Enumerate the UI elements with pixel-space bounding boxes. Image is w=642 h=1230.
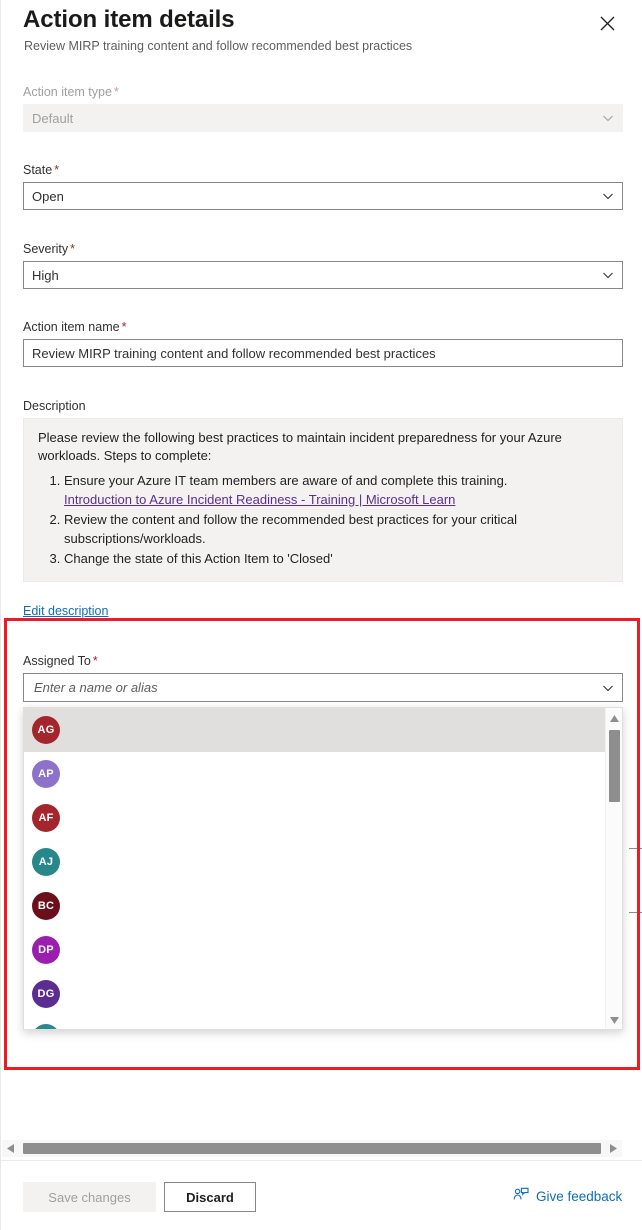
field-assigned-to: Assigned To * Enter a name or alias [23,653,623,702]
chevron-down-icon [602,269,614,281]
field-description: Description Please review the following … [23,398,623,582]
list-item[interactable]: DG [24,972,607,1016]
required-marker: * [92,654,98,668]
scroll-left-arrow-icon[interactable] [2,1140,19,1157]
list-item: Change the state of this Action Item to … [64,549,608,568]
assigned-to-dropdown: AG AP AF AJ BC DP DG [23,707,623,1030]
field-severity: Severity * High [23,241,623,289]
page-title: Action item details [23,6,235,33]
close-button[interactable] [593,9,621,37]
list-item[interactable]: CC [24,1016,607,1029]
step-text: Ensure your Azure IT team members are aw… [64,473,508,488]
severity-value: High [32,267,59,283]
required-marker: * [121,320,127,334]
panel-footer: Save changes Discard Give feedback [1,1160,642,1230]
description-label: Description [23,399,86,413]
scroll-down-arrow-icon[interactable] [606,1012,622,1029]
description-steps: Ensure your Azure IT team members are aw… [38,471,608,568]
state-value: Open [32,188,64,204]
option-name [72,722,607,738]
feedback-person-icon [513,1187,529,1206]
required-marker: * [54,163,60,177]
assigned-to-label: Assigned To * [23,654,98,668]
assigned-to-option-list: AG AP AF AJ BC DP DG [24,708,607,1029]
list-item[interactable]: AP [24,752,607,796]
panel-header: Action item details Review MIRP training… [1,0,642,70]
panel-subtitle: Review MIRP training content and follow … [24,39,413,53]
action-item-type-value: Default [32,110,74,126]
state-label: State * [23,163,60,177]
list-item: Review the content and follow the recomm… [64,510,608,548]
step-text: Review the content and follow the recomm… [64,512,518,546]
give-feedback-button[interactable]: Give feedback [513,1187,622,1206]
chevron-down-icon [602,112,614,124]
severity-select[interactable]: High [23,261,623,289]
action-item-name-value: Review MIRP training content and follow … [32,345,436,361]
chevron-down-icon [602,190,614,202]
description-box: Please review the following best practic… [23,418,623,582]
dropdown-scrollbar-thumb[interactable] [609,730,620,802]
list-item[interactable]: BC [24,884,607,928]
option-name [72,810,607,826]
action-item-name-label: Action item name * [23,320,127,334]
scroll-up-arrow-icon[interactable] [606,710,622,727]
step-text: Change the state of this Action Item to … [64,551,333,566]
action-item-name-input[interactable]: Review MIRP training content and follow … [23,339,623,367]
horizontal-scrollbar-thumb[interactable] [23,1143,601,1154]
severity-label: Severity * [23,242,76,256]
edge-divider-mark [629,848,642,849]
close-icon [600,16,615,31]
action-item-details-panel: Action item details Review MIRP training… [0,0,642,1230]
action-item-type-label: Action item type * [23,85,119,99]
chevron-down-icon [602,682,614,694]
avatar: DP [32,936,60,964]
avatar: AG [32,716,60,744]
avatar: AP [32,760,60,788]
dropdown-scrollbar[interactable] [605,708,622,1029]
required-marker: * [70,242,76,256]
option-name [72,942,607,958]
avatar: BC [32,892,60,920]
avatar: AJ [32,848,60,876]
option-name [72,898,607,914]
option-name [72,854,607,870]
edge-divider-mark [629,912,642,913]
list-item: Ensure your Azure IT team members are aw… [64,471,608,509]
required-marker: * [113,85,119,99]
give-feedback-label: Give feedback [536,1189,623,1204]
avatar: DG [32,980,60,1008]
edit-description-link[interactable]: Edit description [23,604,108,618]
field-action-item-type: Action item type * Default [23,84,623,132]
list-item[interactable]: DP [24,928,607,972]
list-item[interactable]: AJ [24,840,607,884]
state-select[interactable]: Open [23,182,623,210]
option-name [72,766,607,782]
save-button[interactable]: Save changes [23,1182,156,1212]
horizontal-scrollbar[interactable] [2,1140,622,1157]
avatar: AF [32,804,60,832]
discard-button[interactable]: Discard [164,1182,256,1212]
assigned-to-input[interactable]: Enter a name or alias [23,673,623,702]
option-name [72,986,607,1002]
list-item[interactable]: AG [24,708,607,752]
field-action-item-name: Action item name * Review MIRP training c… [23,319,623,367]
description-intro: Please review the following best practic… [38,430,562,463]
list-item[interactable]: AF [24,796,607,840]
assigned-to-placeholder: Enter a name or alias [34,680,158,695]
action-item-type-select[interactable]: Default [23,104,623,132]
training-link[interactable]: Introduction to Azure Incident Readiness… [64,492,455,507]
avatar: CC [32,1024,60,1029]
scroll-right-arrow-icon[interactable] [605,1140,622,1157]
horizontal-scrollbar-track[interactable] [19,1140,605,1157]
field-state: State * Open [23,162,623,210]
